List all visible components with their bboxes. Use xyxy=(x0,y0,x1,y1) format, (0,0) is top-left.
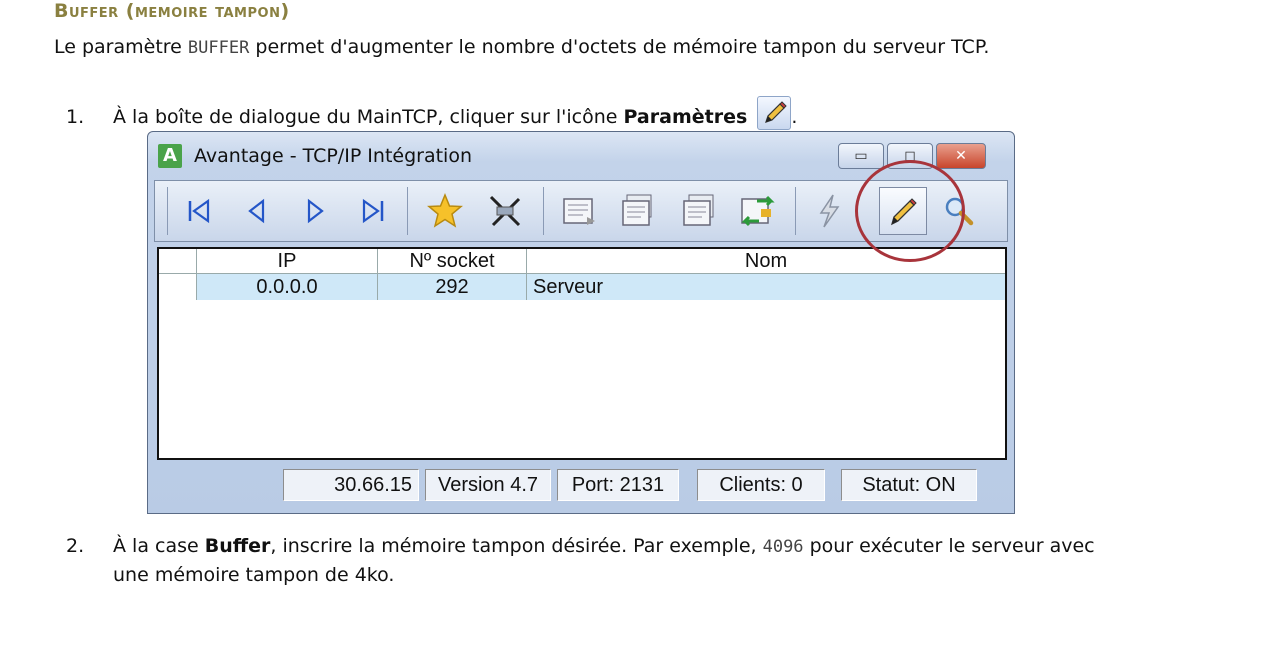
last-icon[interactable] xyxy=(351,189,395,233)
step-bold: Paramètres xyxy=(623,106,748,128)
cell-nom: Serveur xyxy=(527,274,1005,300)
status-port: Port: 2131 xyxy=(557,469,679,501)
row-indicator xyxy=(159,274,197,300)
status-clients: Clients: 0 xyxy=(697,469,825,501)
status-version: Version 4.7 xyxy=(425,469,551,501)
minimize-button[interactable]: ▭ xyxy=(838,143,884,169)
step-text-end: pour exécuter le serveur avec xyxy=(803,535,1095,557)
doc3-icon[interactable] xyxy=(677,189,721,233)
status-time: 30.66.15 xyxy=(283,469,419,501)
pencil-icon xyxy=(757,96,792,130)
doc1-icon[interactable] xyxy=(557,189,601,233)
table-row[interactable]: 0.0.0.0 292 Serveur xyxy=(159,274,1005,300)
column-header-socket[interactable]: Nº socket xyxy=(378,249,527,273)
toolbar-separator xyxy=(407,187,408,235)
close-button[interactable]: ✕ xyxy=(936,143,986,169)
step-text-cont: , inscrire la mémoire tampon désirée. Pa… xyxy=(270,535,763,557)
toolbar-separator xyxy=(167,187,168,235)
transfer-icon[interactable] xyxy=(735,189,779,233)
lightning-icon[interactable] xyxy=(807,189,851,233)
intro-code: BUFFER xyxy=(187,38,250,58)
connections-grid: IP Nº socket Nom 0.0.0.0 292 Serveur xyxy=(157,247,1007,460)
window-title: Avantage - TCP/IP Intégration xyxy=(194,145,473,167)
column-header-ip[interactable]: IP xyxy=(197,249,378,273)
row-indicator-header xyxy=(159,249,197,273)
step-text: À la boîte de dialogue du MainTCP, cliqu… xyxy=(113,106,624,128)
step-1: 1. À la boîte de dialogue du MainTCP, cli… xyxy=(66,96,797,130)
step-2: 2. À la case Buffer, inscrire la mémoire … xyxy=(66,532,1095,589)
status-bar: 30.66.15 Version 4.7 Port: 2131 Clients:… xyxy=(157,465,1007,505)
cell-ip: 0.0.0.0 xyxy=(197,274,378,300)
section-heading: Buffer (memoire tampon) xyxy=(54,0,290,22)
step-code: 4096 xyxy=(762,537,804,557)
step-bold: Buffer xyxy=(204,535,271,557)
intro-after: permet d'augmenter le nombre d'octets de… xyxy=(249,36,990,58)
step-line2: une mémoire tampon de 4ko. xyxy=(113,564,395,586)
intro-paragraph: Le paramètre BUFFER permet d'augmenter l… xyxy=(54,36,989,58)
step-end: . xyxy=(791,106,798,128)
next-icon[interactable] xyxy=(293,189,337,233)
step-number: 1. xyxy=(66,106,85,128)
highlight-circle xyxy=(855,160,965,262)
first-icon[interactable] xyxy=(177,189,221,233)
toolbar-separator xyxy=(543,187,544,235)
toolbar-separator xyxy=(795,187,796,235)
cell-socket: 292 xyxy=(378,274,527,300)
step-text: À la case xyxy=(113,535,205,557)
disconnect-icon[interactable] xyxy=(483,189,527,233)
step-number: 2. xyxy=(66,535,85,557)
status-statut: Statut: ON xyxy=(841,469,977,501)
intro-before: Le paramètre xyxy=(54,36,188,58)
app-icon: A xyxy=(158,144,182,168)
prev-icon[interactable] xyxy=(235,189,279,233)
star-icon[interactable] xyxy=(423,189,467,233)
doc2-icon[interactable] xyxy=(617,189,661,233)
